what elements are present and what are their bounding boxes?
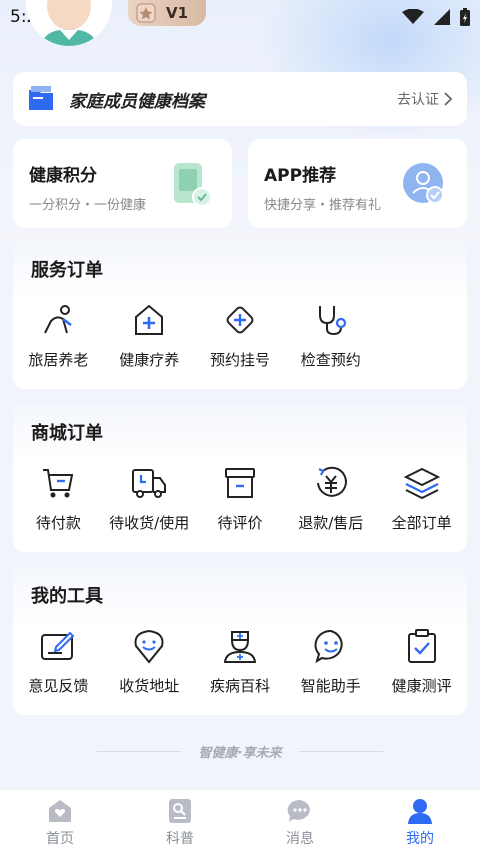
stethoscope-icon bbox=[318, 306, 346, 336]
assistant-icon bbox=[314, 629, 343, 663]
bottom-tab-bar: 首页 科普 消息 我的 bbox=[0, 789, 480, 853]
elderly-care-icon bbox=[44, 305, 73, 334]
tool-item-label: 收货地址 bbox=[119, 677, 180, 695]
service-item-appointment[interactable]: 预约挂号 bbox=[195, 300, 286, 370]
truck-icon bbox=[132, 469, 167, 498]
cart-icon bbox=[43, 469, 74, 498]
my-tools-section: 我的工具 意见反馈 收货地址 疾病百科 智能助手 健康测评 bbox=[13, 566, 467, 715]
family-records-card[interactable]: 家庭成员健康档案 去认证 bbox=[13, 72, 467, 126]
battery-icon bbox=[460, 8, 470, 26]
share-user-icon bbox=[403, 163, 444, 204]
health-house-icon bbox=[135, 304, 164, 335]
home-icon bbox=[49, 800, 71, 822]
mall-item-all-orders[interactable]: 全部订单 bbox=[376, 463, 467, 533]
mall-item-label: 待评价 bbox=[217, 514, 263, 532]
service-item-label: 检查预约 bbox=[300, 351, 361, 369]
mall-orders-section: 商城订单 待付款 待收货/使用 待评价 退款/售后 全部订单 bbox=[13, 403, 467, 552]
level-badge[interactable]: V1 bbox=[128, 0, 206, 26]
service-orders-title: 服务订单 bbox=[31, 260, 103, 281]
tab-label: 科普 bbox=[166, 831, 194, 847]
wifi-icon bbox=[402, 9, 424, 24]
mall-item-pending-payment[interactable]: 待付款 bbox=[13, 463, 104, 533]
service-item-health-recuperation[interactable]: 健康疗养 bbox=[104, 300, 195, 370]
tool-item-label: 智能助手 bbox=[300, 677, 361, 695]
slogan: 智健康·享未来 bbox=[0, 742, 480, 761]
refund-icon bbox=[316, 466, 347, 497]
service-item-label: 旅居养老 bbox=[28, 351, 89, 369]
tab-mine[interactable]: 我的 bbox=[360, 790, 480, 853]
tab-science[interactable]: 科普 bbox=[120, 790, 240, 853]
tab-messages[interactable]: 消息 bbox=[240, 790, 360, 853]
tool-item-label: 意见反馈 bbox=[28, 677, 89, 695]
star-medal-icon bbox=[136, 3, 156, 23]
box-icon bbox=[224, 468, 255, 498]
mall-item-label: 待付款 bbox=[35, 514, 81, 532]
tool-item-feedback[interactable]: 意见反馈 bbox=[13, 626, 104, 696]
mall-item-pending-delivery[interactable]: 待收货/使用 bbox=[104, 463, 195, 533]
mall-item-pending-review[interactable]: 待评价 bbox=[195, 463, 286, 533]
service-item-label: 预约挂号 bbox=[209, 351, 270, 369]
article-icon bbox=[169, 799, 191, 823]
verify-link[interactable]: 去认证 bbox=[397, 89, 453, 109]
service-orders-section: 服务订单 旅居养老 健康疗养 预约挂号 检查预约 bbox=[13, 240, 467, 389]
service-item-exam-booking[interactable]: 检查预约 bbox=[285, 300, 376, 370]
mall-orders-title: 商城订单 bbox=[31, 423, 103, 444]
tool-item-label: 疾病百科 bbox=[209, 677, 270, 695]
verify-link-label: 去认证 bbox=[397, 92, 439, 108]
service-item-elderly-care[interactable]: 旅居养老 bbox=[13, 300, 104, 370]
slogan-text: 智健康·享未来 bbox=[198, 746, 282, 761]
service-item-label: 健康疗养 bbox=[119, 351, 180, 369]
health-points-card[interactable]: 健康积分 一分积分・一份健康 bbox=[13, 139, 232, 228]
clipboard-check-icon bbox=[407, 629, 436, 663]
tool-item-assistant[interactable]: 智能助手 bbox=[285, 626, 376, 696]
mall-item-label: 退款/售后 bbox=[298, 514, 364, 532]
app-recommend-card[interactable]: APP推荐 快捷分享・推荐有礼 bbox=[248, 139, 467, 228]
tab-home[interactable]: 首页 bbox=[0, 790, 120, 853]
family-records-title: 家庭成员健康档案 bbox=[69, 91, 205, 112]
user-icon bbox=[408, 799, 432, 824]
tab-label: 首页 bbox=[46, 831, 74, 847]
level-text: V1 bbox=[166, 4, 189, 22]
health-points-icon bbox=[174, 163, 212, 207]
tool-item-disease-wiki[interactable]: 疾病百科 bbox=[195, 626, 286, 696]
doctor-icon bbox=[223, 631, 257, 663]
message-icon bbox=[287, 799, 310, 822]
tab-label: 消息 bbox=[286, 831, 314, 847]
signal-icon bbox=[434, 9, 450, 25]
my-tools-title: 我的工具 bbox=[31, 586, 103, 607]
location-icon bbox=[134, 629, 164, 664]
feedback-icon bbox=[41, 631, 75, 660]
folder-icon bbox=[29, 86, 53, 110]
mall-item-label: 待收货/使用 bbox=[109, 514, 190, 532]
appointment-icon bbox=[226, 306, 254, 334]
tool-item-health-assessment[interactable]: 健康测评 bbox=[376, 626, 467, 696]
layers-icon bbox=[403, 467, 440, 500]
chevron-right-icon bbox=[444, 92, 453, 106]
mall-item-refund[interactable]: 退款/售后 bbox=[285, 463, 376, 533]
tool-item-address[interactable]: 收货地址 bbox=[104, 626, 195, 696]
tab-label: 我的 bbox=[406, 831, 434, 847]
mall-item-label: 全部订单 bbox=[391, 514, 452, 532]
tool-item-label: 健康测评 bbox=[391, 677, 452, 695]
